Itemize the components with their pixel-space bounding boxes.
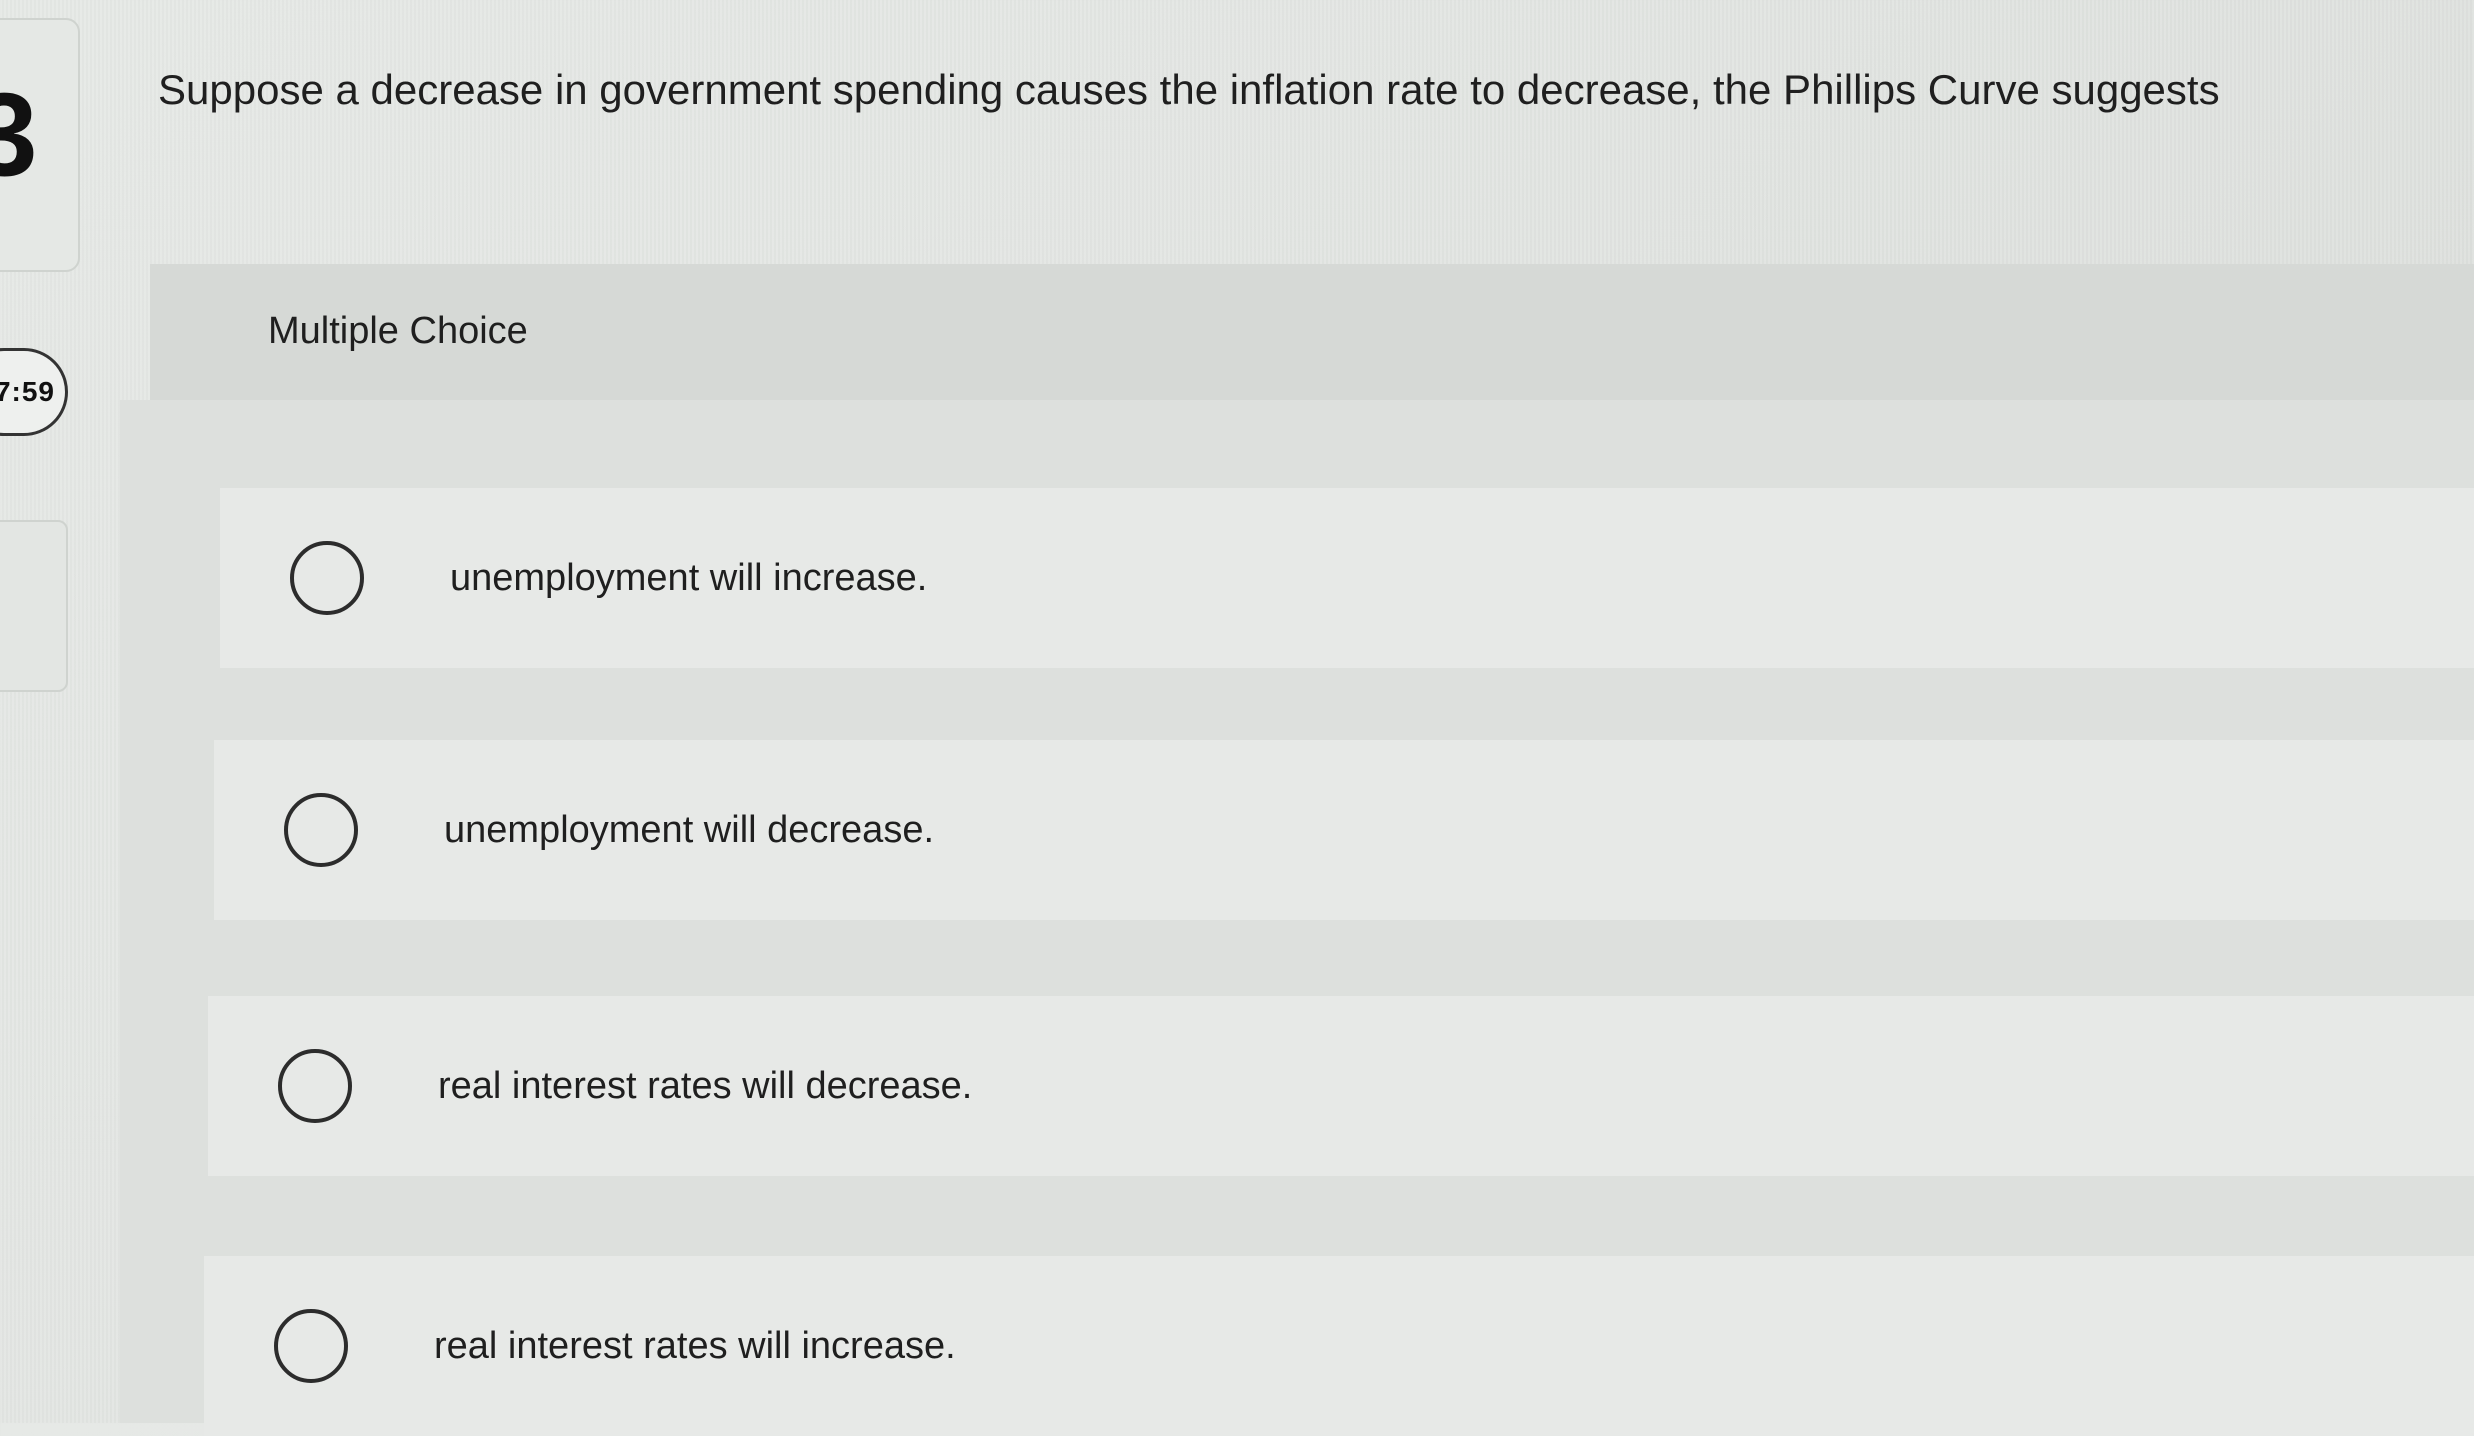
radio-button[interactable]: [290, 541, 364, 615]
radio-button[interactable]: [284, 793, 358, 867]
answer-option-label: real interest rates will increase.: [434, 1324, 956, 1367]
answer-option[interactable]: real interest rates will increase.: [204, 1256, 2474, 1436]
answer-list: unemployment will increase. unemployment…: [120, 400, 2474, 1436]
answer-option-label: unemployment will increase.: [450, 556, 928, 599]
question-prompt: Suppose a decrease in government spendin…: [158, 66, 2220, 113]
radio-button[interactable]: [278, 1049, 352, 1123]
answer-option[interactable]: unemployment will decrease.: [214, 740, 2474, 920]
radio-button[interactable]: [274, 1309, 348, 1383]
timer-badge: 7:59: [0, 348, 68, 436]
question-number: 3: [0, 69, 38, 201]
answer-option-label: real interest rates will decrease.: [438, 1064, 973, 1107]
rail-panel[interactable]: [0, 520, 68, 692]
answer-option[interactable]: real interest rates will decrease.: [208, 996, 2474, 1176]
timer-text: 7:59: [0, 376, 55, 407]
question-type-label: Multiple Choice: [268, 310, 528, 352]
answer-option-label: unemployment will decrease.: [444, 808, 935, 851]
question-type-header: Multiple Choice: [150, 264, 2474, 400]
answer-option[interactable]: unemployment will increase.: [220, 488, 2474, 668]
